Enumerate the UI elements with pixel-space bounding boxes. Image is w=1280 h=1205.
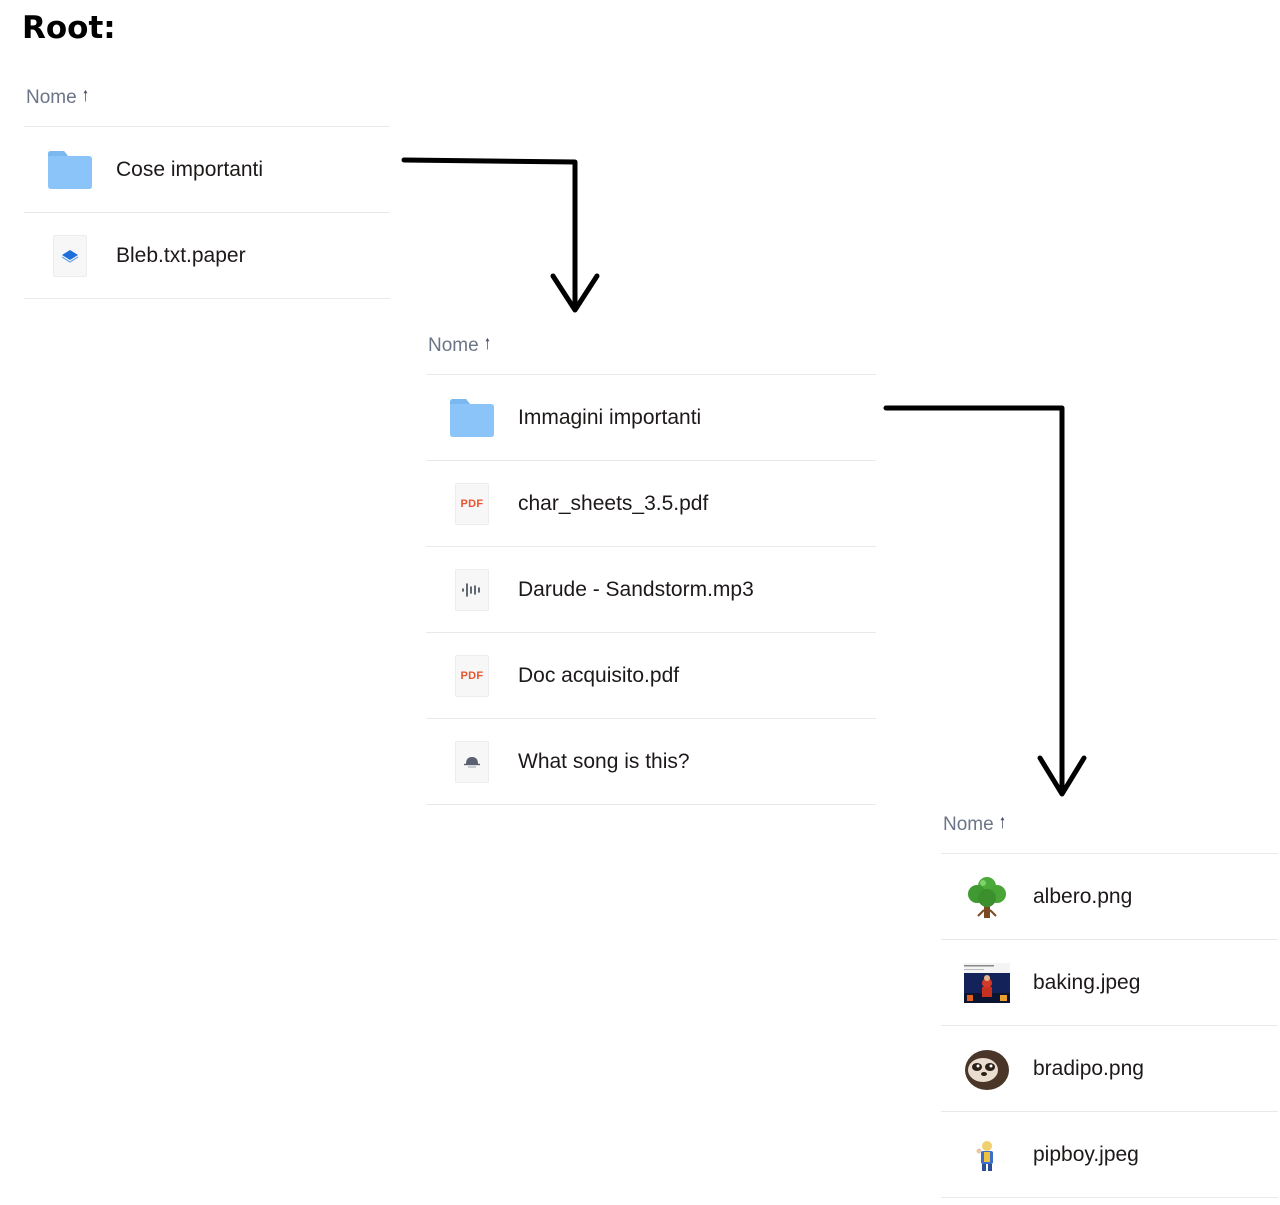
arrow-cose-to-immagini xyxy=(883,405,1087,797)
navigation-arrows xyxy=(401,157,1087,797)
arrow-root-to-cose-importanti xyxy=(401,157,600,313)
